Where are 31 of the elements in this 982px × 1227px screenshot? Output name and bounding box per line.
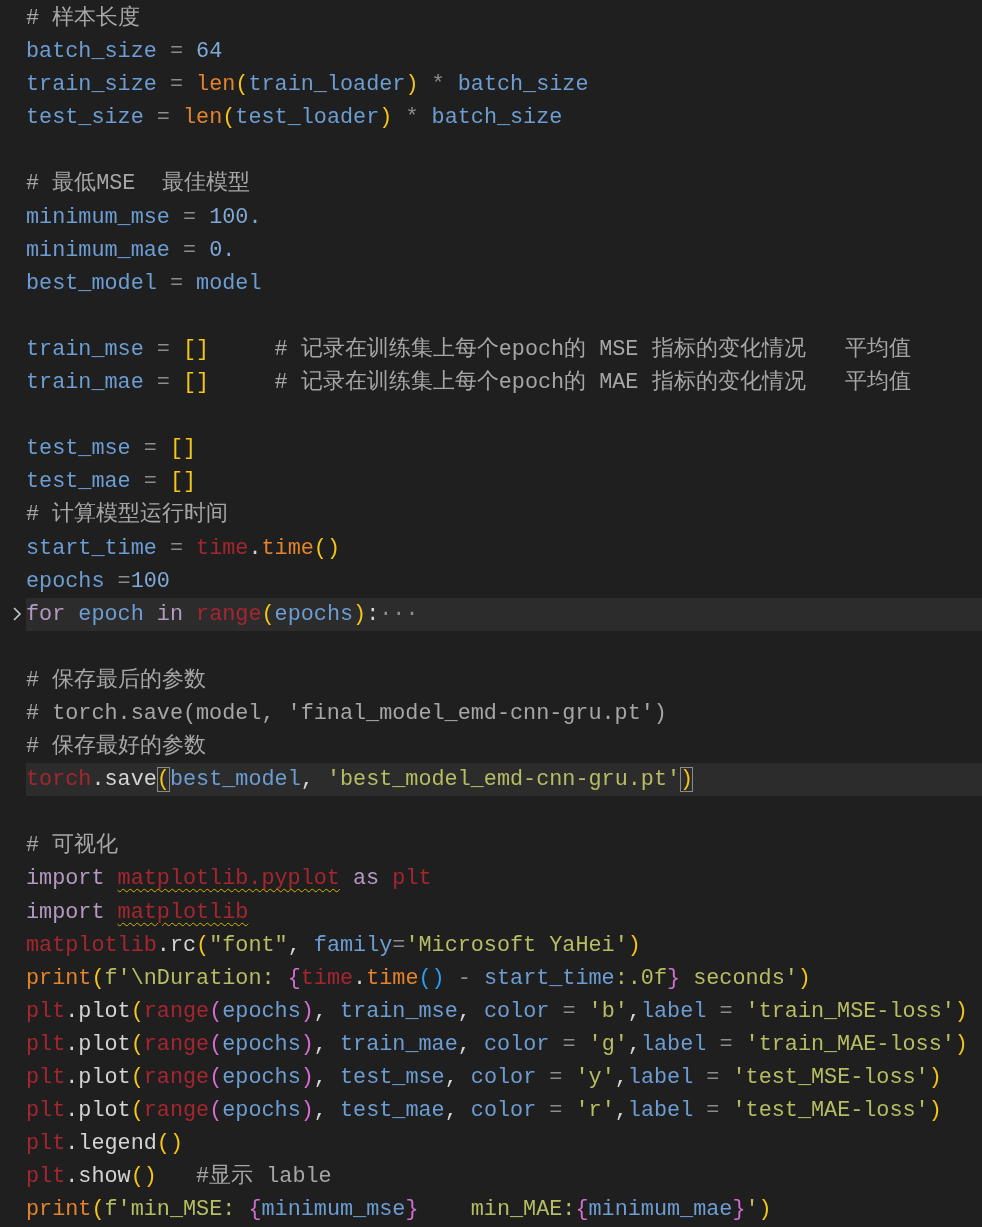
code-line: train_size = len(train_loader) * batch_size [26, 71, 590, 100]
code-line: matplotlib.rc("font", family='Microsoft YaHei') [26, 931, 642, 960]
code-line: epochs =100 [26, 567, 171, 596]
code-line: # 最低MSE 最佳模型 [26, 170, 251, 199]
code-line: test_size = len(test_loader) * batch_size [26, 104, 564, 133]
code-line: best_model = model [26, 269, 263, 298]
code-line: import matplotlib.pyplot as plt [26, 865, 433, 894]
code-line: plt.plot(range(epochs), train_mae, color = 'g',label = 'train_MAE-loss') [26, 1030, 969, 1059]
code-line: plt.legend() [26, 1130, 184, 1159]
code-line: batch_size = 64 [26, 38, 224, 67]
code-line: print(f'min_MSE: {minimum_mse} min_MAE:{minimum_mae}') [26, 1196, 773, 1225]
code-line: train_mae = [] # 记录在训练集上每个epoch的 MAE 指标的变化情况 平均值 [26, 368, 912, 398]
code-line: print(f'\nDuration: {time.time() - start_time:.0f} seconds') [26, 964, 812, 993]
code-line: # 可视化 [26, 832, 120, 861]
code-line: test_mae = [] [26, 468, 198, 497]
code-line: # 保存最好的参数 [26, 733, 208, 762]
code-line: minimum_mae = 0. [26, 236, 237, 265]
code-line: test_mse = [] [26, 435, 198, 464]
fold-chevron-icon[interactable] [12, 606, 22, 623]
code-line: # 保存最后的参数 [26, 666, 208, 695]
code-line: plt.plot(range(epochs), train_mse, color = 'b',label = 'train_MSE-loss') [26, 997, 969, 1026]
code-line: minimum_mse = 100. [26, 203, 263, 232]
code-line: plt.plot(range(epochs), test_mse, color = 'y',label = 'test_MSE-loss') [26, 1064, 943, 1092]
code-line: plt.show() #显示 lable [26, 1163, 333, 1192]
code-line: start_time = time.time() [26, 534, 341, 563]
code-line: train_mse = [] # 记录在训练集上每个epoch的 MSE 指标的变化情况 平均值 [26, 335, 912, 364]
code-line: # 样本长度 [26, 4, 142, 33]
code-line: import matplotlib [26, 898, 250, 927]
code-line: # 计算模型运行时间 [26, 501, 230, 530]
code-line: # torch.save(model, 'final_model_emd-cnn-gru.pt') [26, 699, 668, 728]
code-line: plt.plot(range(epochs), test_mae, color = 'r',label = 'test_MAE-loss') [26, 1097, 943, 1126]
